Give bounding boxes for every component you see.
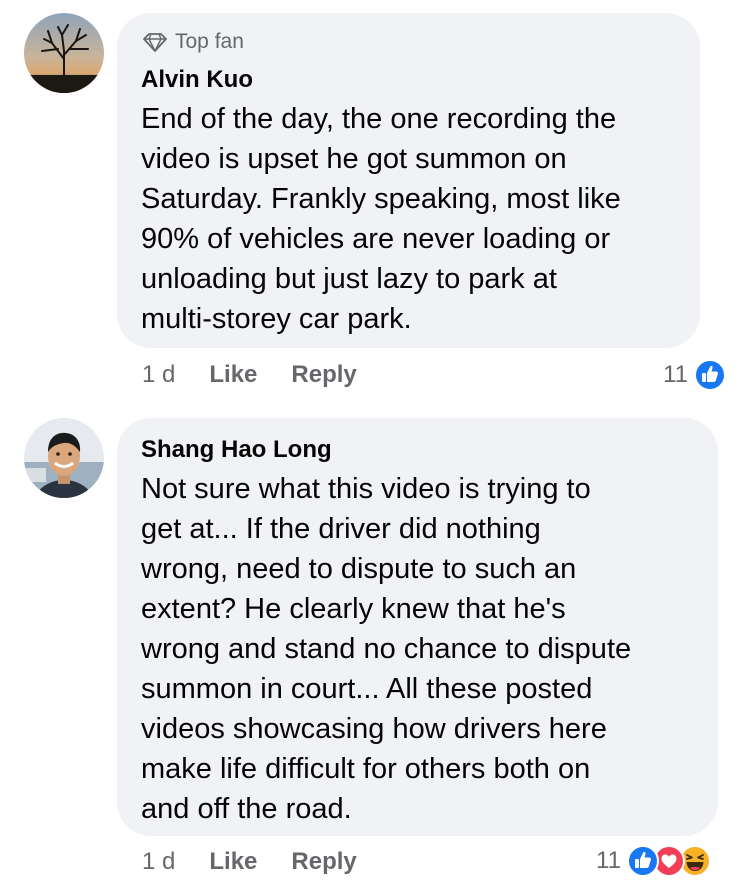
reaction-count: 11 <box>596 847 621 874</box>
comment-text: Not sure what this video is trying to ge… <box>141 473 632 825</box>
comment-actions: 1 d Like Reply <box>142 848 357 876</box>
comment-timestamp[interactable]: 1 d <box>142 848 175 876</box>
like-button[interactable]: Like <box>209 848 257 876</box>
comment-actions: 1 d Like Reply <box>142 361 357 389</box>
like-button[interactable]: Like <box>209 361 257 389</box>
comment-timestamp[interactable]: 1 d <box>142 361 175 389</box>
like-icon <box>693 359 726 391</box>
reaction-summary[interactable]: 11 <box>596 845 711 877</box>
avatar[interactable] <box>24 13 104 93</box>
diamond-icon <box>143 33 167 52</box>
reaction-count: 11 <box>663 361 688 388</box>
comment-author[interactable]: Shang Hao Long <box>141 436 332 464</box>
comment-text: End of the day, the one recording the vi… <box>141 103 621 335</box>
reply-button[interactable]: Reply <box>291 848 356 876</box>
reply-button[interactable]: Reply <box>291 361 356 389</box>
like-icon <box>626 845 659 877</box>
avatar[interactable] <box>24 418 104 498</box>
badge-label: Top fan <box>175 30 244 53</box>
reaction-summary[interactable]: 11 <box>663 359 726 391</box>
comment-author[interactable]: Alvin Kuo <box>141 66 253 94</box>
top-fan-badge: Top fan <box>143 30 244 54</box>
